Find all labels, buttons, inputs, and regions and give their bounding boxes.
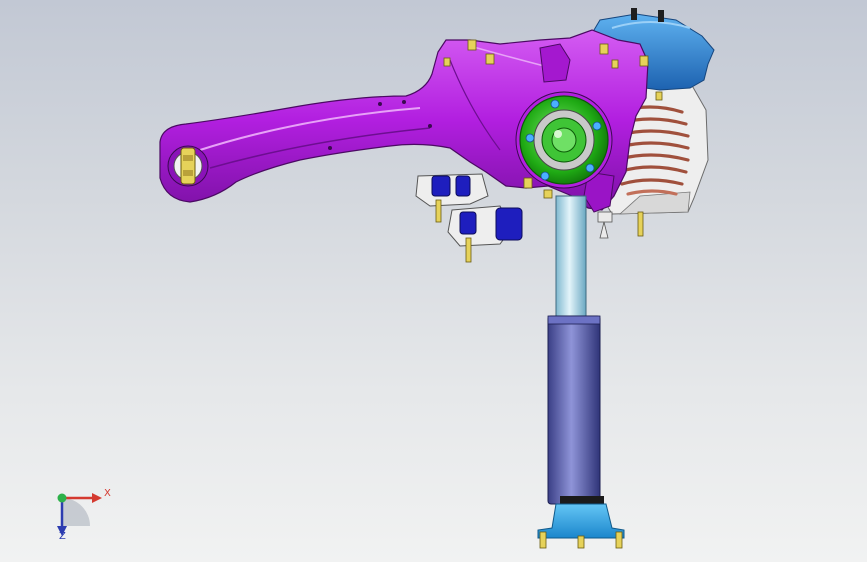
- front-bushing[interactable]: [167, 145, 209, 187]
- lower-mount[interactable]: [537, 503, 625, 549]
- triad-plane-shading: [62, 498, 90, 526]
- graphics-viewport[interactable]: X Z: [0, 0, 867, 562]
- damper-rod[interactable]: [555, 195, 587, 321]
- triad-x-label: X: [104, 488, 111, 499]
- triad-x-arrow-icon: [92, 493, 102, 503]
- damper-body[interactable]: [547, 315, 604, 506]
- coordinate-triad: [57, 493, 102, 536]
- wheel-hub[interactable]: [515, 91, 613, 189]
- suspension-model[interactable]: [0, 0, 867, 562]
- triad-z-label: Z: [59, 531, 66, 542]
- triad-y-axis-dot: [57, 493, 67, 503]
